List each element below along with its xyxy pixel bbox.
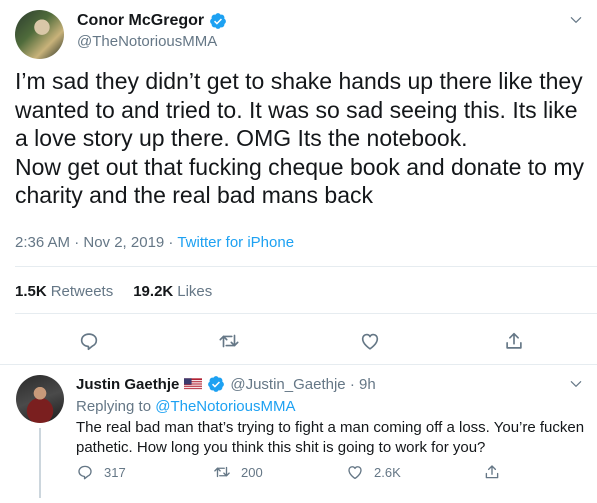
replying-to: Replying to @TheNotoriousMMA [76, 398, 296, 415]
tweet-stats: 1.5K Retweets 19.2K Likes [15, 283, 212, 300]
reply-likes-action[interactable]: 2.6K [346, 463, 401, 481]
retweet-count: 200 [241, 464, 263, 480]
reply-retweets-action[interactable]: 200 [213, 463, 263, 481]
verified-badge-icon [208, 376, 225, 392]
retweets-label: Retweets [50, 283, 114, 300]
reply-count: 317 [104, 464, 126, 480]
author-handle[interactable]: @TheNotoriousMMA [77, 33, 217, 50]
reply-handle-text: @Justin_Gaethje [230, 375, 346, 393]
likes-stat[interactable]: 19.2K Likes [133, 283, 212, 300]
tweet-source[interactable]: Twitter for iPhone [177, 234, 294, 251]
tweet-metadata: 2:36 AM · Nov 2, 2019 · Twitter for iPho… [15, 234, 294, 251]
retweets-stat[interactable]: 1.5K Retweets [15, 283, 113, 300]
replying-mention[interactable]: @TheNotoriousMMA [155, 398, 295, 415]
reply-author-avatar[interactable] [16, 375, 64, 423]
reply-header: Justin Gaethje @Justin_Gaethje · 9h [76, 375, 376, 393]
author-avatar[interactable] [15, 10, 64, 59]
verified-badge-icon [210, 13, 226, 29]
reply-share-action[interactable] [483, 463, 501, 481]
chevron-down-icon[interactable] [569, 377, 583, 391]
us-flag-icon [184, 378, 203, 390]
like-count: 2.6K [374, 464, 401, 480]
reply-icon [78, 465, 92, 480]
divider [15, 266, 597, 267]
reply-time: · 9h [345, 375, 376, 393]
reply-icon[interactable] [78, 330, 100, 352]
meta-separator: · [164, 234, 178, 251]
likes-label: Likes [177, 283, 213, 300]
divider [0, 364, 597, 365]
replying-prefix: Replying to [76, 398, 156, 415]
share-icon[interactable] [503, 330, 525, 352]
author-name-row[interactable]: Conor McGregor [77, 12, 227, 30]
reply-author-name[interactable]: Justin Gaethje [76, 376, 179, 393]
like-icon[interactable] [359, 330, 381, 352]
tweet-timestamp[interactable]: 2:36 AM · Nov 2, 2019 [15, 234, 164, 251]
chevron-down-icon[interactable] [569, 13, 583, 27]
divider [15, 313, 597, 314]
share-icon [485, 465, 499, 479]
reply-author-handle[interactable]: @Justin_Gaethje · 9h [230, 376, 375, 393]
reply-replies-action[interactable]: 317 [76, 463, 126, 481]
likes-count: 19.2K [133, 283, 174, 300]
tweet-text: I’m sad they didn’t get to shake hands u… [15, 68, 584, 208]
thread-line [39, 428, 41, 498]
retweets-count: 1.5K [15, 283, 47, 300]
author-name[interactable]: Conor McGregor [77, 12, 204, 30]
like-icon [348, 466, 362, 480]
reply-text: The real bad man that’s trying to fight … [76, 419, 585, 456]
retweet-icon [214, 466, 230, 478]
retweet-icon[interactable] [218, 330, 240, 352]
